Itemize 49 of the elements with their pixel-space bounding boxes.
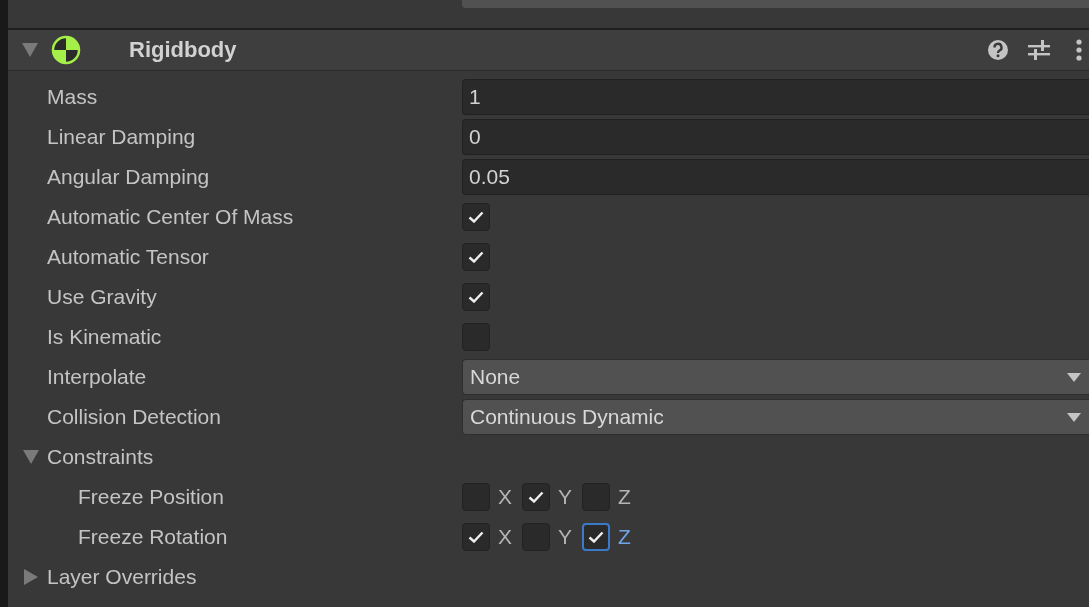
property-label: Automatic Center Of Mass [47, 205, 294, 229]
checkmark-icon [528, 491, 544, 503]
more-menu-icon[interactable] [1075, 39, 1083, 61]
number-field[interactable]: 1 [462, 79, 1089, 115]
property-label: Mass [47, 85, 98, 109]
foldout-arrow-icon[interactable] [24, 569, 38, 585]
dropdown-value: None [470, 365, 522, 389]
checkbox[interactable] [522, 483, 550, 511]
checkmark-icon [588, 531, 604, 543]
property-label[interactable]: Constraints [47, 445, 154, 469]
foldout-arrow-icon[interactable] [23, 450, 39, 464]
checkbox[interactable] [462, 203, 490, 231]
axis-label: Y [558, 485, 572, 509]
component-title: Rigidbody [129, 37, 237, 63]
dropdown-field[interactable]: None [462, 359, 1089, 395]
axis-label: Y [558, 525, 572, 549]
checkmark-icon [468, 531, 484, 543]
property-label: Freeze Position [78, 485, 224, 509]
checkmark-icon [468, 251, 484, 263]
axis-label: X [498, 525, 512, 549]
axis-label: X [498, 485, 512, 509]
dropdown-value: Continuous Dynamic [470, 405, 665, 429]
property-label: Angular Damping [47, 165, 210, 189]
rigidbody-icon [51, 35, 81, 65]
help-icon[interactable] [987, 39, 1009, 61]
dropdown-field[interactable]: Continuous Dynamic [462, 399, 1089, 435]
property-label[interactable]: Layer Overrides [47, 565, 197, 589]
dropdown-field[interactable] [462, 0, 1089, 8]
number-field[interactable]: 0 [462, 119, 1089, 155]
caret-icon [1067, 412, 1081, 422]
checkbox[interactable] [462, 283, 490, 311]
property-label: Is Kinematic [47, 325, 162, 349]
property-label: Linear Damping [47, 125, 196, 149]
settings-sliders-icon[interactable] [1028, 39, 1050, 61]
checkmark-icon [468, 291, 484, 303]
axis-label: Z [618, 525, 631, 549]
checkbox[interactable] [462, 243, 490, 271]
property-label: Interpolate [47, 365, 147, 389]
property-label: Use Gravity [47, 285, 157, 309]
axis-label: Z [618, 485, 631, 509]
property-label: Freeze Rotation [78, 525, 228, 549]
checkbox[interactable] [462, 523, 490, 551]
checkbox[interactable] [582, 523, 610, 551]
caret-icon [1067, 372, 1081, 382]
checkmark-icon [468, 211, 484, 223]
property-label: Automatic Tensor [47, 245, 209, 269]
number-field[interactable]: 0.05 [462, 159, 1089, 195]
property-label: Collision Detection [47, 405, 221, 429]
foldout-arrow-icon[interactable] [22, 43, 38, 57]
